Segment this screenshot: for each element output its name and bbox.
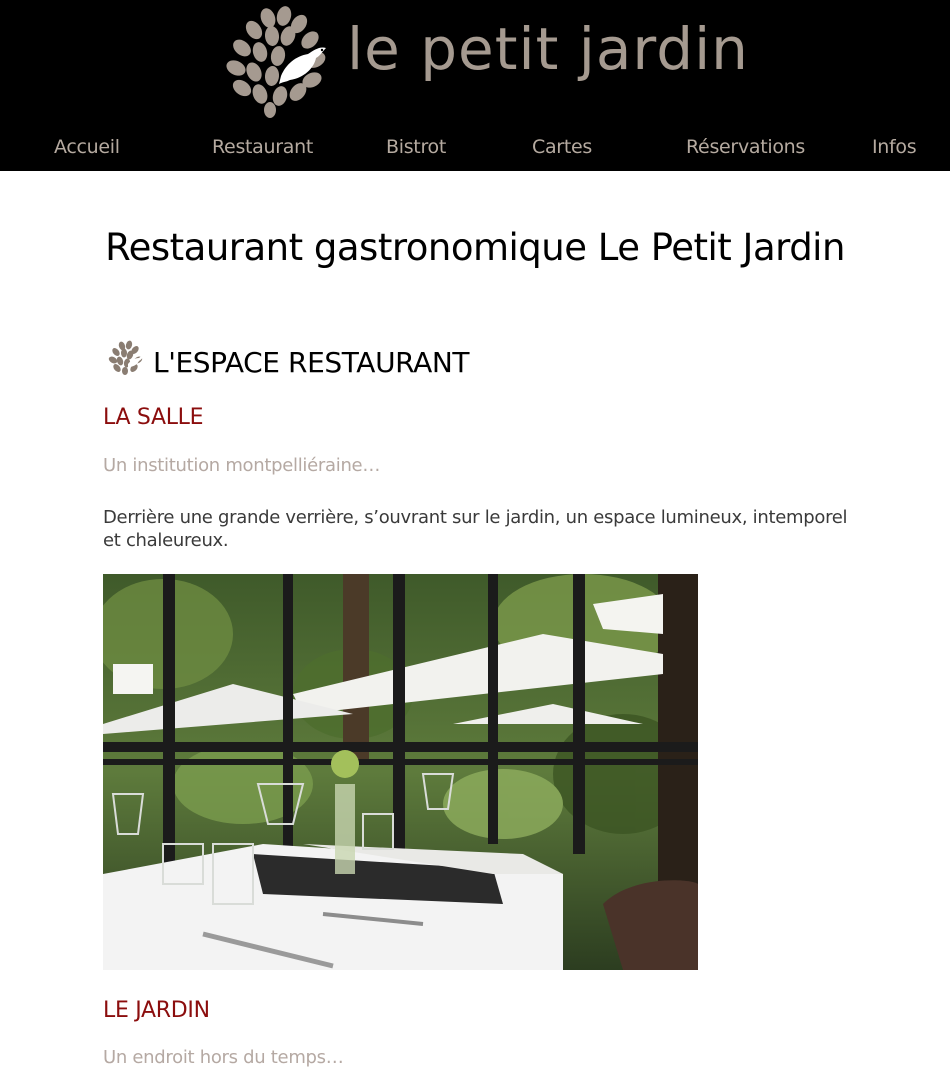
- la-salle-tagline: Un institution montpelliéraine…: [103, 455, 381, 476]
- section-title: L'ESPACE RESTAURANT: [153, 346, 470, 379]
- nav-bistrot[interactable]: Bistrot: [386, 136, 446, 158]
- nav-restaurant[interactable]: Restaurant: [212, 136, 313, 158]
- nav-reservations[interactable]: Réservations: [686, 136, 805, 158]
- nav-accueil[interactable]: Accueil: [54, 136, 120, 158]
- logo-leaf-bird-icon[interactable]: [224, 6, 332, 118]
- page-title: Restaurant gastronomique Le Petit Jardin: [105, 226, 845, 269]
- le-jardin-tagline: Un endroit hors du temps…: [103, 1047, 344, 1068]
- site-header: le petit jardin Accueil Restaurant Bistr…: [0, 0, 950, 171]
- main-nav: Accueil Restaurant Bistrot Cartes Réserv…: [0, 136, 950, 162]
- la-salle-description: Derrière une grande verrière, s’ouvrant …: [103, 507, 848, 551]
- nav-cartes[interactable]: Cartes: [532, 136, 592, 158]
- la-salle-heading: LA SALLE: [103, 405, 204, 430]
- logo-text[interactable]: le petit jardin: [347, 20, 749, 78]
- le-jardin-heading: LE JARDIN: [103, 998, 210, 1023]
- restaurant-room-photo: [103, 574, 698, 970]
- nav-infos[interactable]: Infos: [872, 136, 917, 158]
- leaf-cluster-icon: [108, 340, 144, 375]
